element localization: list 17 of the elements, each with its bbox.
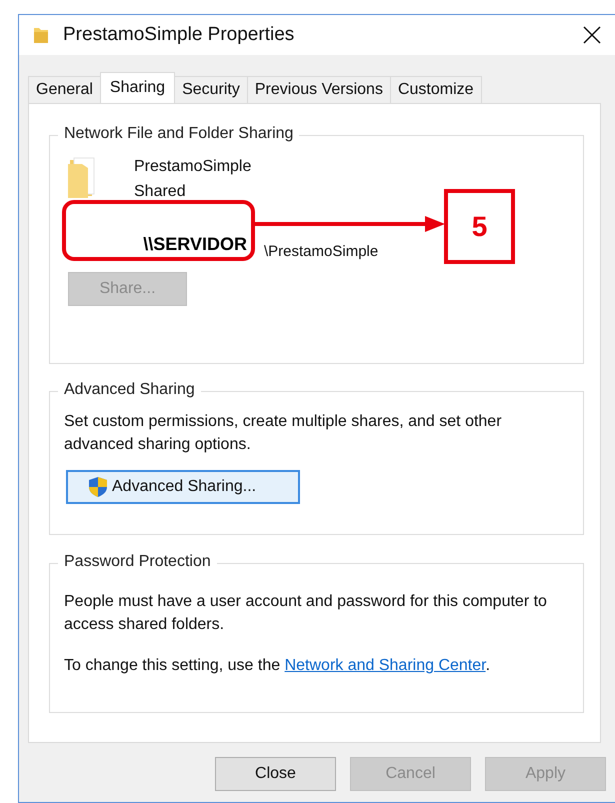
advanced-sharing-button[interactable]: Advanced Sharing...	[66, 470, 300, 504]
folder-name: PrestamoSimple	[134, 157, 252, 177]
network-sharing-center-link[interactable]: Network and Sharing Center	[284, 657, 486, 674]
highlight-box: \\SERVIDOR	[62, 200, 255, 261]
group-title: Advanced Sharing	[58, 381, 201, 399]
password-description: People must have a user account and password for this computer to access shared folders.	[64, 592, 548, 635]
settings-hint: To change this setting, use the Network and Sharing Center.	[64, 656, 492, 676]
tab[interactable]: Customize	[390, 76, 482, 103]
window-title: PrestamoSimple Properties	[63, 24, 296, 46]
share-status: Shared	[134, 182, 187, 202]
tab[interactable]: Sharing	[100, 72, 176, 103]
network-path: \PrestamoSimple	[264, 242, 378, 262]
group-title: Network File and Folder Sharing	[58, 125, 300, 143]
advanced-description: Set custom permissions, create multiple shares, and set other advanced sharing options.	[64, 412, 503, 455]
tab[interactable]: General	[28, 76, 101, 103]
callout-number: 5	[444, 189, 515, 264]
dialog-button[interactable]: Close	[215, 757, 336, 791]
